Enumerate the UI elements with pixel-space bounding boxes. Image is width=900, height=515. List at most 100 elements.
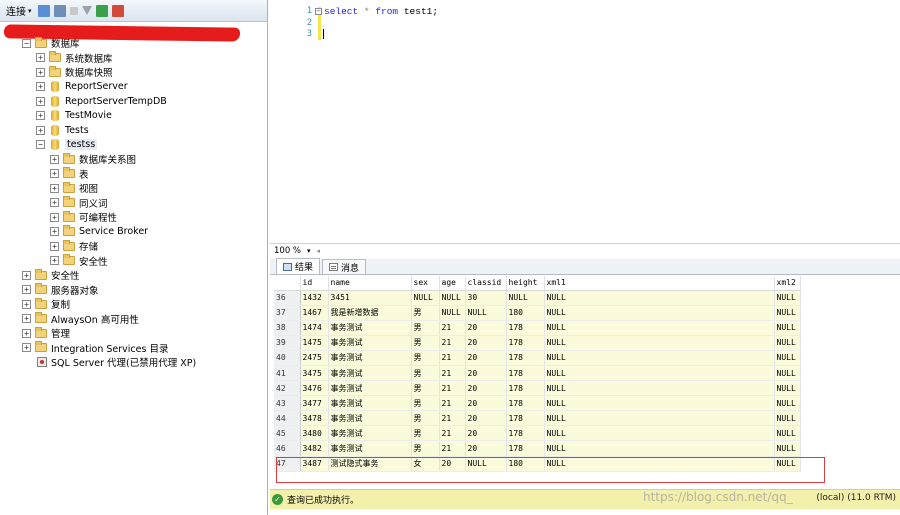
connect-button[interactable]: 连接 ▾ (4, 2, 34, 19)
table-row[interactable]: 38 1474 事务测试男 21 20 178 NULL NULL (274, 320, 801, 336)
table-cell[interactable]: NULL (544, 425, 775, 442)
table-cell[interactable]: 178 (506, 335, 545, 351)
expand-icon[interactable]: + (36, 53, 45, 63)
table-cell[interactable]: 1475 (300, 335, 329, 351)
table-cell[interactable]: 男 (411, 320, 440, 336)
table-cell[interactable]: 事务测试 (328, 365, 412, 382)
table-cell[interactable]: 事务测试 (328, 335, 412, 351)
table-cell[interactable]: 21 (439, 320, 466, 336)
table-cell[interactable]: 男 (411, 395, 440, 412)
expand-icon[interactable]: + (22, 328, 31, 338)
table-cell[interactable]: NULL (774, 305, 801, 321)
table-cell[interactable]: 20 (465, 335, 507, 351)
row-number[interactable]: 42 (274, 380, 301, 397)
table-cell[interactable]: NULL (465, 456, 507, 472)
row-number[interactable]: 39 (274, 335, 301, 351)
table-row[interactable]: 44 3478 事务测试男 21 20 178 NULL NULL (274, 410, 801, 427)
tree-node[interactable]: + 可编程性 (0, 210, 267, 225)
collapse-icon[interactable]: − (315, 8, 322, 15)
row-number[interactable]: 45 (274, 425, 301, 442)
table-cell[interactable]: 21 (439, 335, 466, 351)
table-cell[interactable]: 3487 (300, 456, 329, 472)
table-cell[interactable]: 1432 (300, 290, 329, 306)
expand-icon[interactable]: + (22, 299, 31, 309)
table-cell[interactable]: 21 (439, 350, 466, 366)
table-cell[interactable]: NULL (774, 440, 801, 457)
table-cell[interactable]: 178 (506, 410, 545, 427)
table-cell[interactable]: NULL (774, 290, 801, 306)
tree-node[interactable]: + ReportServer (0, 80, 267, 95)
table-cell[interactable]: 180 (506, 305, 545, 321)
expand-icon[interactable]: + (50, 227, 59, 237)
table-cell[interactable]: NULL (465, 305, 507, 321)
expand-icon[interactable]: + (50, 256, 59, 266)
expand-icon[interactable]: + (36, 96, 45, 106)
table-cell[interactable]: 我是新增数据 (328, 305, 412, 321)
table-cell[interactable]: NULL (544, 335, 775, 351)
table-cell[interactable]: 男 (411, 410, 440, 427)
row-number[interactable]: 38 (274, 320, 301, 336)
table-cell[interactable]: 20 (465, 365, 507, 382)
collapse-icon[interactable]: − (36, 140, 45, 150)
table-cell[interactable]: 3482 (300, 440, 329, 457)
table-cell[interactable]: 3480 (300, 425, 329, 442)
query-editor[interactable]: 1 2 3 − select * from test1; (270, 0, 900, 240)
table-cell[interactable]: 1467 (300, 305, 329, 321)
expand-icon[interactable]: + (22, 314, 31, 324)
tree-node[interactable]: + 数据库关系图 (0, 152, 267, 167)
table-row[interactable]: 39 1475 事务测试男 21 20 178 NULL NULL (274, 335, 801, 351)
row-number[interactable]: 44 (274, 410, 301, 427)
table-cell[interactable]: NULL (544, 456, 775, 472)
tree-node[interactable]: + 存储 (0, 239, 267, 254)
results-grid[interactable]: id name sex age classid height xml1 xml2 36 1432… (274, 276, 900, 486)
expand-icon[interactable]: + (50, 183, 59, 193)
table-cell[interactable]: 180 (506, 456, 545, 472)
table-cell[interactable]: 21 (439, 395, 466, 412)
column-header[interactable]: sex (411, 276, 440, 291)
table-cell[interactable]: NULL (544, 380, 775, 397)
tree-node[interactable]: + 同义词 (0, 196, 267, 211)
stop-icon[interactable] (69, 6, 78, 15)
row-number[interactable]: 41 (274, 365, 301, 382)
zoom-level[interactable]: 100 % (274, 246, 301, 256)
table-cell[interactable]: NULL (439, 290, 466, 306)
tree-node[interactable]: − testss (0, 138, 267, 153)
tree-node[interactable]: + 数据库快照 (0, 65, 267, 80)
table-cell[interactable]: 3451 (328, 290, 412, 306)
table-cell[interactable]: NULL (544, 350, 775, 366)
table-cell[interactable]: 20 (465, 380, 507, 397)
table-cell[interactable]: NULL (544, 305, 775, 321)
column-header[interactable]: age (439, 276, 466, 291)
table-cell[interactable]: 21 (439, 380, 466, 397)
row-number[interactable]: 43 (274, 395, 301, 412)
tab-results[interactable]: 结果 (276, 258, 321, 274)
table-cell[interactable]: 1474 (300, 320, 329, 336)
expand-icon[interactable]: + (36, 125, 45, 135)
table-cell[interactable]: 事务测试 (328, 440, 412, 457)
table-cell[interactable]: 男 (411, 425, 440, 442)
expand-icon[interactable]: + (50, 212, 59, 222)
table-cell[interactable]: 21 (439, 365, 466, 382)
table-cell[interactable]: 20 (465, 410, 507, 427)
table-cell[interactable]: NULL (411, 290, 440, 306)
table-cell[interactable]: NULL (774, 425, 801, 442)
tree-node[interactable]: + AlwaysOn 高可用性 (0, 312, 267, 327)
tree-node[interactable]: + Integration Services 目录 (0, 341, 267, 356)
table-cell[interactable]: 男 (411, 335, 440, 351)
table-row[interactable]: 47 3487 测试隐式事务女 20 NULL 180 NULL NULL (274, 456, 801, 472)
table-cell[interactable]: 事务测试 (328, 410, 412, 427)
table-cell[interactable]: NULL (774, 350, 801, 366)
tree-node[interactable]: + 复制 (0, 297, 267, 312)
row-number[interactable]: 47 (274, 456, 301, 472)
table-cell[interactable]: NULL (544, 395, 775, 412)
expand-icon[interactable]: + (22, 270, 31, 280)
table-row[interactable]: 37 1467 我是新增数据男 NULL NULL 180 NULL NULL (274, 305, 801, 321)
tree-node[interactable]: + 服务器对象 (0, 283, 267, 298)
tree-node[interactable]: + 视图 (0, 181, 267, 196)
table-cell[interactable]: 3476 (300, 380, 329, 397)
table-row[interactable]: 36 1432 3451 NULL NULL 30 NULL NULL NULL (274, 290, 801, 306)
tree-node[interactable]: − 数据库 (0, 36, 267, 51)
sql-code[interactable]: select * from test1; (324, 6, 438, 18)
table-cell[interactable]: 事务测试 (328, 425, 412, 442)
table-cell[interactable]: 男 (411, 365, 440, 382)
